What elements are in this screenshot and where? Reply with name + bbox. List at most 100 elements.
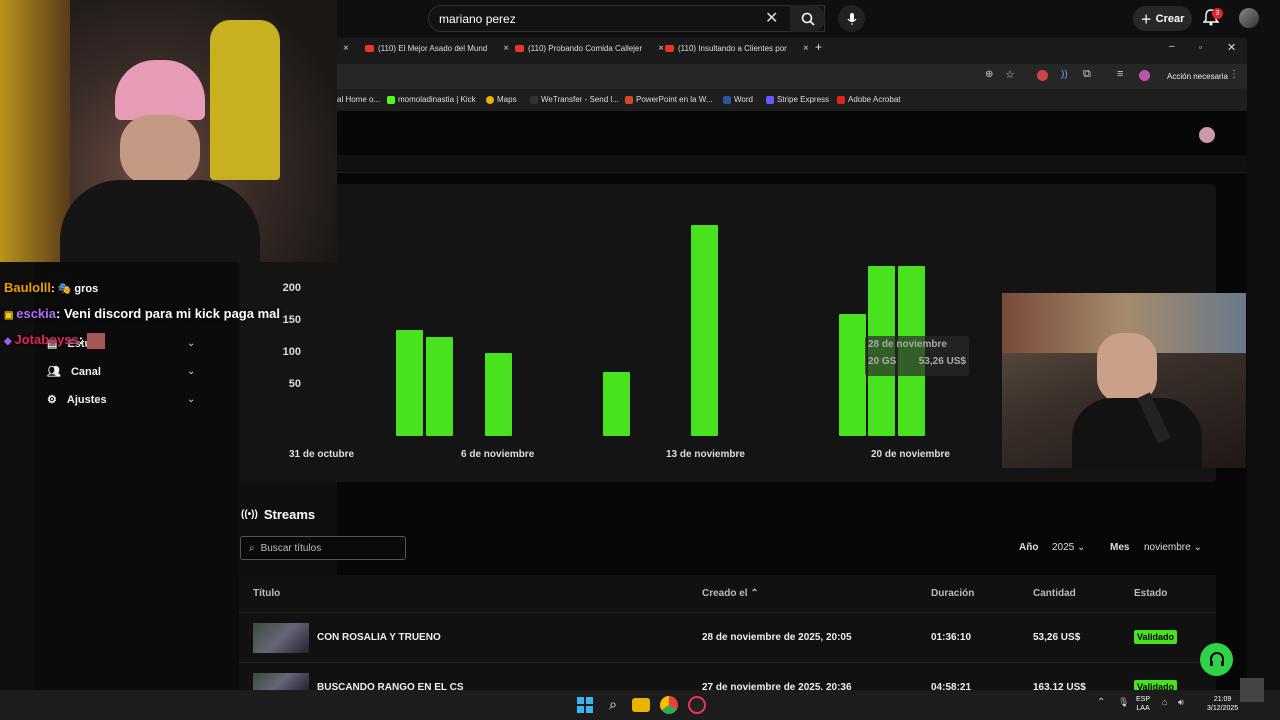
search-button[interactable]: [790, 5, 825, 32]
close-icon[interactable]: ×: [343, 43, 349, 54]
user-avatar[interactable]: [1199, 127, 1215, 143]
column-header-status[interactable]: Estado: [1134, 588, 1167, 599]
chevron-down-icon[interactable]: ⌄: [187, 394, 195, 405]
status-badge: Validado: [1134, 630, 1178, 644]
profile-icon[interactable]: [1139, 70, 1150, 81]
zoom-icon[interactable]: ⊕: [985, 69, 993, 80]
microphone-button[interactable]: [838, 5, 865, 32]
close-icon[interactable]: ×: [803, 43, 809, 54]
bookmark[interactable]: al Home o...: [337, 95, 380, 104]
sidebar: [34, 262, 239, 690]
chat-text: : Veni discord para mi kick paga mal: [56, 306, 280, 321]
sound-icon[interactable]: )): [1061, 69, 1068, 80]
stream-amount: 53,26 US$: [1033, 632, 1081, 643]
chat-username: esckia: [16, 306, 56, 321]
search-icon[interactable]: ⌕: [604, 696, 622, 714]
column-header-duration[interactable]: Duración: [931, 588, 974, 599]
chat-message: ▣ esckia: Veni discord para mi kick paga…: [4, 306, 280, 321]
browser-tab[interactable]: (110) El Mejor Asado del Mund ×: [365, 43, 509, 54]
column-header-created[interactable]: Creado el ⌃: [702, 588, 759, 599]
bookmark[interactable]: Maps: [486, 95, 517, 104]
extension-icon[interactable]: [1037, 70, 1048, 81]
star-icon[interactable]: ☆: [1005, 68, 1015, 81]
search-icon: [801, 12, 815, 26]
browser-tab[interactable]: (110) Insultando a Clientes por ×: [665, 43, 809, 54]
bookmark-label: al Home o...: [337, 95, 381, 104]
browser-tab[interactable]: (110) Probando Comida Callejer ×: [515, 43, 664, 54]
help-button[interactable]: [1200, 643, 1233, 676]
bookmark-label: WeTransfer - Send l...: [541, 95, 619, 104]
bookmark-label: Adobe Acrobat: [848, 95, 901, 104]
close-icon[interactable]: ×: [658, 43, 664, 54]
bookmark[interactable]: Adobe Acrobat: [837, 95, 900, 104]
menu-icon[interactable]: ⋮: [1229, 69, 1239, 80]
column-header-amount[interactable]: Cantidad: [1033, 588, 1076, 599]
stream-thumbnail[interactable]: [253, 673, 309, 690]
tab-label: (110) Probando Comida Callejer: [528, 44, 643, 53]
year-select[interactable]: 2025 ⌄: [1052, 542, 1085, 553]
bookmark[interactable]: momoladinastia | Kick: [387, 95, 476, 104]
acrobat-icon: [837, 95, 845, 104]
stream-title[interactable]: CON ROSALIA Y TRUENO: [317, 632, 441, 643]
create-button[interactable]: ＋ Crear: [1133, 6, 1192, 31]
chat-text: :: [78, 332, 84, 347]
youtube-icon: [515, 45, 524, 52]
language-indicator[interactable]: ESP LAA: [1136, 695, 1150, 713]
new-tab-button[interactable]: +: [815, 40, 822, 54]
youtube-icon: [665, 45, 674, 52]
bookmark[interactable]: WeTransfer - Send l...: [530, 95, 619, 104]
window-close-button[interactable]: ✕: [1227, 41, 1236, 54]
stream-thumbnail[interactable]: [253, 623, 309, 653]
close-icon[interactable]: ✕: [765, 8, 778, 28]
minimize-button[interactable]: –: [1169, 41, 1175, 52]
search-titles-input[interactable]: ⌕ Buscar títulos: [240, 536, 406, 560]
address-bar: ⊕ ☆ )) ⧉ ≡ Acción necesaria ⋮: [337, 64, 1247, 89]
close-icon[interactable]: ×: [503, 43, 509, 54]
maximize-button[interactable]: ▫: [1199, 42, 1202, 52]
sidebar-item-label: Ajustes: [66, 393, 107, 406]
clock-time: 21:09: [1213, 696, 1232, 703]
notification-badge: 3: [1212, 8, 1223, 19]
tooltip-amount: 53,26 US$: [918, 356, 966, 367]
volume-icon[interactable]: 🔊︎: [1178, 697, 1184, 708]
puzzle-icon[interactable]: ⧉: [1083, 68, 1091, 81]
youtube-icon: [365, 45, 374, 52]
app-icon[interactable]: [688, 696, 706, 714]
people-icon: 👥︎: [47, 366, 61, 378]
sidebar-item-canal[interactable]: 👥︎ Canal: [47, 365, 101, 379]
chevron-down-icon[interactable]: ⌄: [187, 366, 195, 377]
emote-icon: [87, 332, 106, 349]
gear-icon: ⚙: [47, 394, 57, 406]
bookmark[interactable]: Stripe Express: [766, 95, 829, 104]
month-value: noviembre: [1144, 542, 1191, 553]
windows-start-icon[interactable]: [576, 696, 594, 714]
media-icon[interactable]: ≡: [1117, 68, 1123, 80]
chevron-up-icon[interactable]: ⌃: [1097, 697, 1105, 708]
streams-title: Streams: [263, 507, 316, 522]
kick-icon: [387, 95, 395, 104]
chevron-down-icon[interactable]: ⌄: [187, 338, 195, 349]
year-label: Año: [1019, 542, 1039, 553]
action-needed-label[interactable]: Acción necesaria: [1167, 72, 1228, 81]
browser-tab-strip: × (110) El Mejor Asado del Mund × (110) P…: [337, 38, 1247, 64]
chart-tooltip: 28 de noviembre 20 GS 53,26 US$: [865, 336, 969, 376]
tooltip-left-value: 20 GS: [868, 356, 897, 367]
sidebar-item-ajustes[interactable]: ⚙ Ajustes: [47, 393, 107, 407]
file-explorer-icon[interactable]: [632, 698, 650, 712]
streamer-face: [120, 115, 200, 185]
column-header-title[interactable]: Título: [253, 588, 280, 599]
network-icon[interactable]: ⌂: [1162, 697, 1167, 707]
month-select[interactable]: noviembre ⌄: [1144, 542, 1202, 553]
flag-backdrop: [0, 0, 70, 262]
avatar[interactable]: [1239, 8, 1259, 28]
headset-icon: [1209, 651, 1224, 666]
streamer-shirt: [60, 180, 260, 262]
chat-message: Baulolll: 🎭 gros: [4, 280, 98, 295]
bookmark[interactable]: Word: [723, 95, 753, 104]
powerpoint-icon: [625, 95, 633, 104]
bookmark[interactable]: PowerPoint en la W...: [625, 95, 712, 104]
mic-icon[interactable]: 🎙︎: [1118, 697, 1129, 708]
chrome-icon[interactable]: [660, 696, 678, 714]
chevron-down-icon: ⌄: [1193, 542, 1202, 553]
clock[interactable]: 21:09 3/12/2025: [1207, 695, 1238, 713]
